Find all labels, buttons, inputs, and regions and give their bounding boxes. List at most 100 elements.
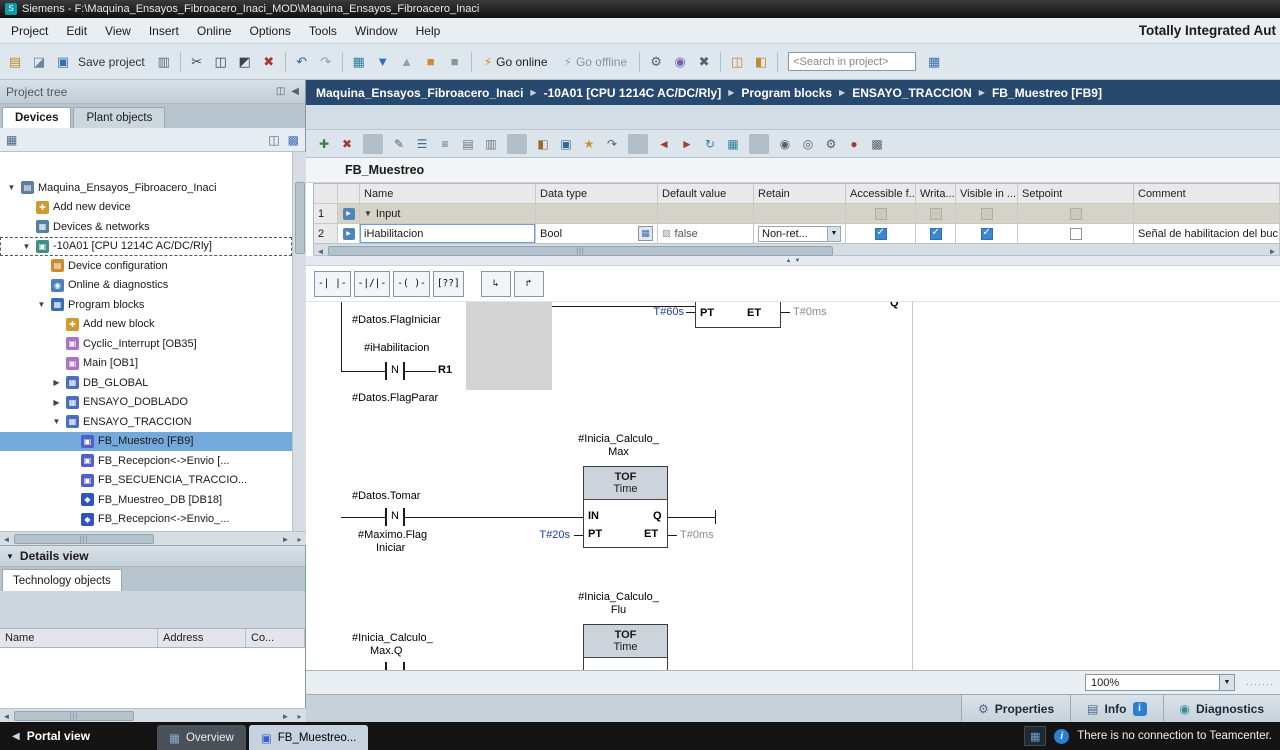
tree-horizontal-scrollbar[interactable]: ◄ ||| ► ▸ <box>0 531 306 545</box>
tree-item-main-ob1[interactable]: ▣ Main [OB1] <box>0 354 292 374</box>
split-editor-space-icon[interactable]: ◫ <box>726 51 748 73</box>
tree-item-project-root[interactable]: ▼ ▤ Maquina_Ensayos_Fibroacero_Inaci <box>0 178 292 198</box>
menu-item[interactable]: View <box>96 20 140 42</box>
split-editor-vertically-icon[interactable]: ◧ <box>750 51 772 73</box>
tree-item-online-diagnostics[interactable]: ◉ Online & diagnostics <box>0 276 292 296</box>
auto-collapse-icon[interactable]: ◫ <box>276 86 285 97</box>
breakpoint-icon[interactable]: ● <box>844 134 864 154</box>
zoom-slider[interactable]: ······· <box>1246 679 1274 689</box>
open-all-networks-icon[interactable]: ▤ <box>458 134 478 154</box>
visible-checkbox[interactable] <box>981 228 993 240</box>
insert-nc-contact-button[interactable]: -|/|- <box>354 271 391 297</box>
tree-columns-icon[interactable]: ▦ <box>6 133 17 147</box>
column-visible[interactable]: Visible in ... <box>956 184 1018 204</box>
start-simulation-icon[interactable]: ◉ <box>669 51 691 73</box>
retain-cell[interactable]: Non-ret...▼ <box>754 224 846 244</box>
stop-cpu-icon[interactable]: ■ <box>444 51 466 73</box>
tab-properties[interactable]: ⚙ Properties <box>961 695 1070 722</box>
insert-row-icon[interactable]: ☰ <box>412 134 432 154</box>
favorites-icon[interactable]: ★ <box>579 134 599 154</box>
previous-error-icon[interactable]: ◄ <box>654 134 674 154</box>
details-view-scrollbar[interactable]: ◄ ||| ► ▸ <box>0 708 306 722</box>
expander-icon[interactable]: ▼ <box>21 242 32 251</box>
go-online-button[interactable]: ⚡ Go online <box>477 53 555 71</box>
tree-item-cyclic-interrupt[interactable]: ▣ Cyclic_Interrupt [OB35] <box>0 334 292 354</box>
timer-preset-value[interactable]: T#20s <box>518 529 570 541</box>
tab-plant-objects[interactable]: Plant objects <box>73 107 165 128</box>
breadcrumb-item[interactable]: -10A01 [CPU 1214C AC/DC/Rly] <box>523 86 721 100</box>
datatype-picker-button[interactable]: ▦ <box>638 226 653 241</box>
timer-instance-name[interactable]: Flu <box>551 604 686 616</box>
update-block-calls-icon[interactable]: ↻ <box>700 134 720 154</box>
insert-coil-button[interactable]: -( )- <box>393 271 430 297</box>
expander-icon[interactable]: ▶ <box>51 378 62 387</box>
delete-network-icon[interactable]: ✖ <box>337 134 357 154</box>
goto-icon[interactable]: ↷ <box>602 134 622 154</box>
menu-item[interactable]: Online <box>188 20 241 42</box>
save-project-icon[interactable]: ▣ <box>52 51 74 73</box>
expand-tree-icon[interactable]: ◫ <box>268 133 279 147</box>
column-writable[interactable]: Writa... <box>916 184 956 204</box>
breadcrumb-item[interactable]: Program blocks <box>721 86 832 100</box>
new-project-icon[interactable]: ▤ <box>4 51 26 73</box>
timer-elapsed-value[interactable]: T#0ms <box>793 306 827 318</box>
tree-item-fb-muestreo-db[interactable]: ◆ FB_Muestreo_DB [DB18] <box>0 490 292 510</box>
snapshot-icon[interactable]: ◎ <box>798 134 818 154</box>
rename-icon[interactable]: ✎ <box>389 134 409 154</box>
timer-instance-name[interactable]: #Inicia_Calculo_ <box>551 591 686 603</box>
chevron-down-icon[interactable]: ▼ <box>1219 675 1234 690</box>
cross-references-icon[interactable]: ✖ <box>693 51 715 73</box>
tray-window-icon[interactable]: ▦ <box>1024 726 1046 746</box>
tab-technology-objects[interactable]: Technology objects <box>2 569 122 591</box>
menu-item[interactable]: Tools <box>300 20 346 42</box>
column-accessible[interactable]: Accessible f... <box>846 184 916 204</box>
tab-devices[interactable]: Devices <box>2 107 71 128</box>
column-setpoint[interactable]: Setpoint <box>1018 184 1134 204</box>
tof-timer-block[interactable]: TOFTime <box>583 624 668 670</box>
call-hierarchy-icon[interactable]: ▩ <box>867 134 887 154</box>
show-favorites-icon[interactable]: ▦ <box>923 51 945 73</box>
start-cpu-icon[interactable]: ■ <box>420 51 442 73</box>
edge-memory-operand[interactable]: Iniciar <box>376 542 405 554</box>
tree-item-program-blocks[interactable]: ▼ ▦ Program blocks <box>0 295 292 315</box>
download-to-device-icon[interactable]: ▼ <box>372 51 394 73</box>
breadcrumb-item[interactable]: ENSAYO_TRACCION <box>832 86 972 100</box>
menu-item[interactable]: Project <box>2 20 57 42</box>
menu-item[interactable]: Window <box>346 20 407 42</box>
compile-block-icon[interactable]: ▦ <box>723 134 743 154</box>
menu-item[interactable]: Edit <box>57 20 96 42</box>
expander-icon[interactable]: ▶ <box>51 398 62 407</box>
next-error-icon[interactable]: ► <box>677 134 697 154</box>
tree-item-db-global[interactable]: ▶ ▦ DB_GLOBAL <box>0 373 292 393</box>
retain-dropdown[interactable]: Non-ret...▼ <box>758 226 841 242</box>
undo-icon[interactable]: ↶ <box>291 51 313 73</box>
tree-item-ensayo-doblado[interactable]: ▶ ▦ ENSAYO_DOBLADO <box>0 393 292 413</box>
ladder-network-canvas[interactable]: IN Q PT ET T#60s T#0ms #Datos.FlagInicia… <box>306 302 1280 670</box>
timer-instance-name[interactable]: Max <box>551 446 686 458</box>
taskbar-tab-fb-muestreo[interactable]: ▣ FB_Muestreo... <box>249 725 369 750</box>
column-default-value[interactable]: Default value <box>658 184 754 204</box>
tree-item-add-new-device[interactable]: ✚ Add new device <box>0 198 292 218</box>
operand-label[interactable]: #iHabilitacion <box>364 342 429 354</box>
compile-icon[interactable]: ▦ <box>348 51 370 73</box>
breadcrumb-item[interactable]: Maquina_Ensayos_Fibroacero_Inaci <box>316 86 523 100</box>
section-expander-icon[interactable]: ▼ <box>364 209 372 218</box>
operand-label[interactable]: #Datos.FlagIniciar <box>352 314 441 326</box>
tree-item-ensayo-traccion[interactable]: ▼ ▦ ENSAYO_TRACCION <box>0 412 292 432</box>
insert-no-contact-button[interactable]: -| |- <box>314 271 351 297</box>
timer-preset-value[interactable]: T#60s <box>628 306 684 318</box>
edge-contact[interactable]: N <box>385 510 405 522</box>
chevron-down-icon[interactable]: ▼ <box>827 227 840 241</box>
interface-horizontal-scrollbar[interactable]: ◄ ||| ► <box>313 243 1280 256</box>
breadcrumb-item[interactable]: FB_Muestreo [FB9] <box>972 86 1102 100</box>
open-project-icon[interactable]: ◪ <box>28 51 50 73</box>
copy-icon[interactable]: ◫ <box>210 51 232 73</box>
menu-item[interactable]: Options <box>241 20 300 42</box>
edge-memory-operand[interactable]: #Maximo.Flag <box>358 529 427 541</box>
paste-icon[interactable]: ◩ <box>234 51 256 73</box>
tab-diagnostics[interactable]: ◉ Diagnostics <box>1163 695 1280 722</box>
details-view-header[interactable]: ▼ Details view <box>0 545 305 567</box>
expander-icon[interactable]: ▼ <box>6 183 17 192</box>
accessible-devices-icon[interactable]: ⚙ <box>645 51 667 73</box>
column-data-type[interactable]: Data type <box>536 184 658 204</box>
